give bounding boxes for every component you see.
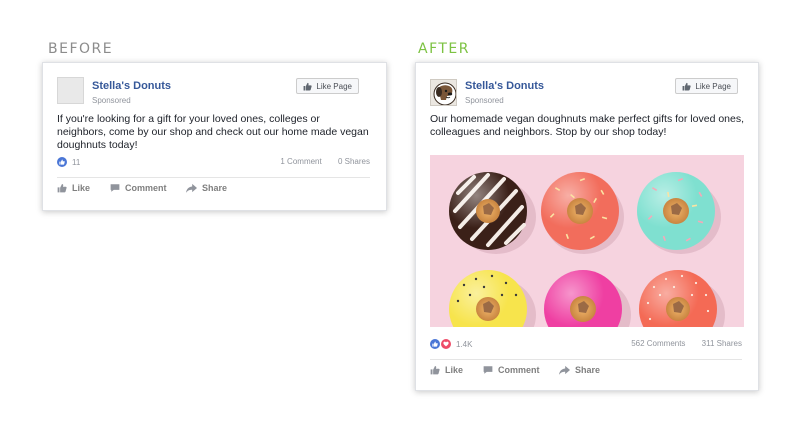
reactions-bar: 1.4K 562 Comments 311 Shares [430,339,742,351]
share-arrow-icon [559,365,570,375]
sponsored-label: Sponsored [92,96,131,105]
like-reaction-icon [430,339,440,349]
thumbs-up-icon [57,183,67,193]
action-bar: Like Comment Share [57,181,370,195]
post-inner: Stella's Donuts Sponsored Like Page If y… [57,73,378,203]
like-button[interactable]: Like [57,181,110,195]
donuts-image [430,155,744,327]
like-page-button[interactable]: Like Page [296,78,359,94]
comments-count[interactable]: 562 Comments [631,339,685,348]
thumbs-up-icon [430,365,440,375]
post-text: If you're looking for a gift for your lo… [57,113,369,151]
engagement-counts: 1 Comment 0 Shares [266,157,370,166]
reactions-bar: 11 1 Comment 0 Shares [57,157,370,169]
page-name-link[interactable]: Stella's Donuts [465,80,544,92]
reaction-summary[interactable]: 11 [57,157,80,167]
comments-count[interactable]: 1 Comment [280,157,321,166]
share-button[interactable]: Share [559,363,600,377]
heart-icon [441,339,451,349]
page-avatar[interactable] [430,79,457,106]
sponsored-label: Sponsored [465,96,504,105]
like-label: Like [445,365,464,375]
reaction-summary[interactable]: 1.4K [430,339,472,349]
after-label: AFTER [418,41,471,57]
dog-avatar-icon [431,80,456,105]
donuts-photo[interactable] [430,155,744,327]
like-page-button[interactable]: Like Page [675,78,738,94]
like-page-label: Like Page [316,81,352,91]
page-name-link[interactable]: Stella's Donuts [92,80,171,92]
comment-button[interactable]: Comment [110,181,186,195]
avatar-placeholder[interactable] [57,77,84,104]
post-before: Stella's Donuts Sponsored Like Page If y… [42,62,387,211]
share-arrow-icon [186,183,197,193]
post-text: Our homemade vegan doughnuts make perfec… [430,113,745,138]
like-page-label: Like Page [695,81,731,91]
post-after: Stella's Donuts Sponsored Like Page Our … [415,62,759,391]
thumbs-up-icon [303,82,313,90]
comment-icon [483,366,493,374]
share-label: Share [575,365,601,375]
reaction-count: 1.4K [456,339,473,349]
share-label: Share [202,183,228,193]
shares-count[interactable]: 311 Shares [702,339,742,348]
like-label: Like [72,183,91,193]
like-reaction-icon [57,157,67,167]
divider [57,177,370,178]
comment-label: Comment [125,183,167,193]
shares-count[interactable]: 0 Shares [338,157,370,166]
comment-icon [110,184,120,192]
comment-button[interactable]: Comment [483,363,559,377]
thumbs-up-icon [682,82,692,90]
reaction-count: 11 [72,157,81,167]
share-button[interactable]: Share [186,181,227,195]
before-label: BEFORE [48,41,114,57]
divider [430,359,742,360]
action-bar: Like Comment Share [430,363,742,377]
comment-label: Comment [498,365,540,375]
engagement-counts: 562 Comments 311 Shares [617,339,742,348]
like-button[interactable]: Like [430,363,483,377]
